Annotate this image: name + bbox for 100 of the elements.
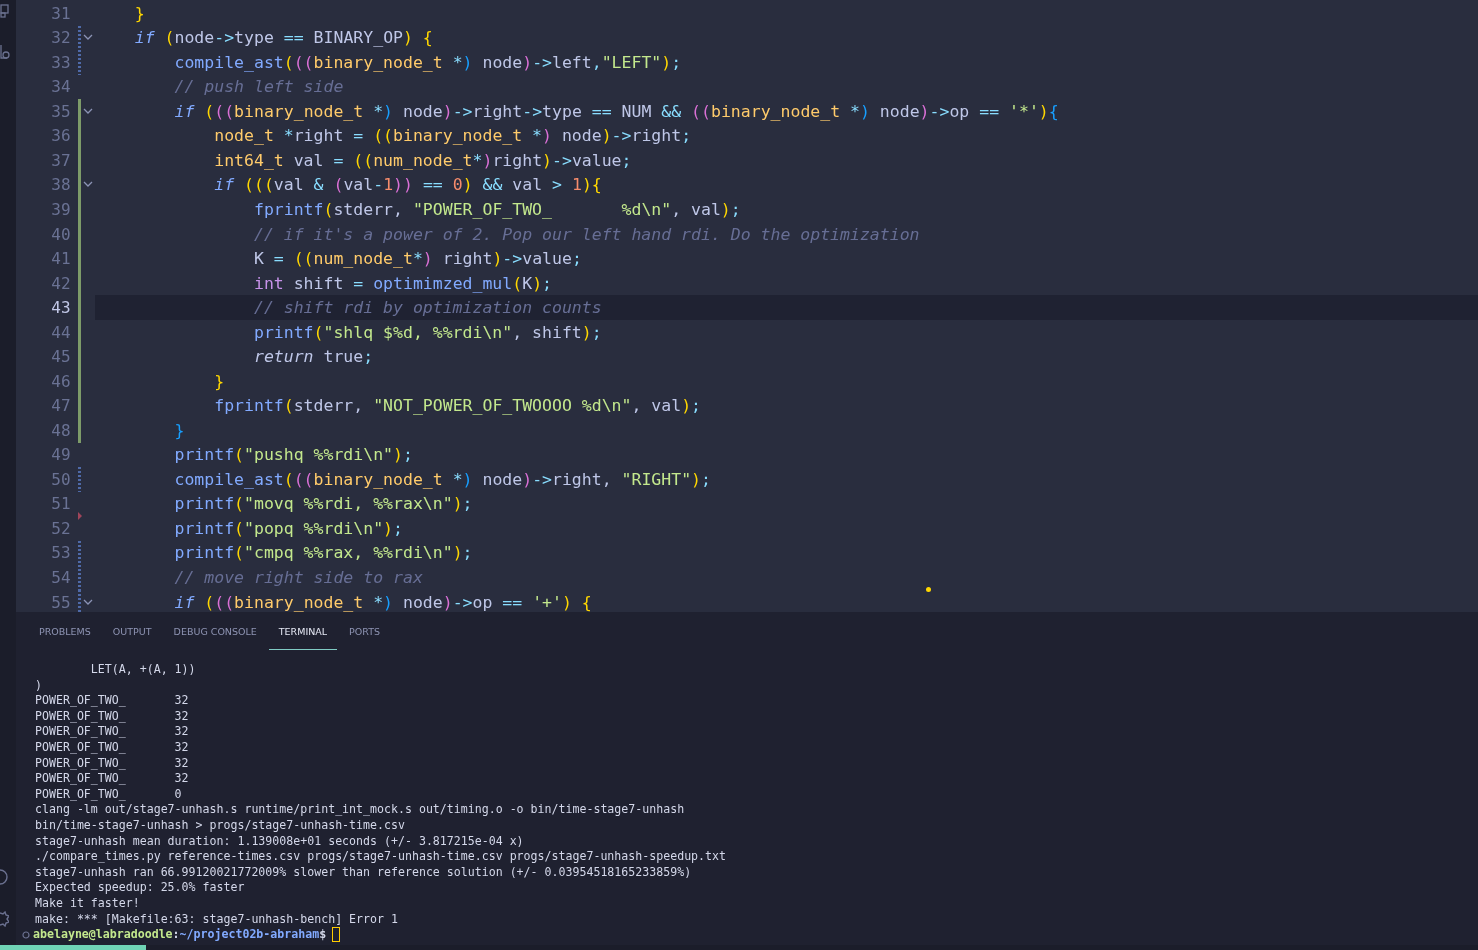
code-comment: // shift rdi by optimization counts: [252, 298, 602, 318]
line-number: 53: [50, 543, 71, 563]
terminal-output-line: stage7-unhash ran 66.99120021772009% slower than reference solution (+/- 0.03954518165233859%): [35, 864, 693, 881]
line-number: 41: [50, 249, 71, 269]
terminal-prompt: abelayne@labradoodle:~/project02b-abraham$: [33, 927, 341, 943]
code-line: fprintf(stderr, "NOT_POWER_OF_TWOOOO %d\n", val);: [213, 396, 701, 416]
settings-icon[interactable]: [0, 911, 9, 927]
code-line: printf("pushq %%rdi\n");: [173, 445, 413, 465]
added-change-bar[interactable]: [78, 393, 82, 419]
line-number: 33: [50, 52, 71, 72]
fold-chevron-icon[interactable]: [83, 181, 94, 189]
terminal-output-line: POWER_OF_TWO_ 32: [35, 708, 190, 725]
added-change-bar[interactable]: [78, 319, 82, 345]
marker-dot: [926, 587, 931, 592]
terminal-cursor: [332, 927, 341, 943]
line-number: 44: [50, 322, 71, 342]
line-number: 50: [50, 469, 71, 489]
panel-tab[interactable]: DEBUG CONSOLE: [163, 614, 267, 650]
terminal-output-line: stage7-unhash mean duration: 1.139008e+01 seconds (+/- 3.817215e-04 x): [35, 833, 525, 850]
line-number: 46: [50, 371, 71, 391]
line-number: 32: [50, 28, 71, 48]
terminal-output-line: ./compare_times.py reference-times.csv progs/stage7-unhash-time.csv progs/stage7-unhash-speedup.txt: [35, 849, 728, 865]
line-number: 43: [50, 298, 71, 318]
terminal-output-line: make: *** [Makefile:63: stage7-unhash-bench] Error 1: [35, 911, 399, 928]
code-line: return true;: [252, 347, 374, 367]
added-change-bar[interactable]: [78, 270, 82, 296]
code-comment: // push left side: [173, 77, 344, 97]
panel-tab[interactable]: PORTS: [339, 614, 391, 650]
terminal-output-line: POWER_OF_TWO_ 32: [35, 771, 190, 787]
terminal-output-line: bin/time-stage7-unhash > progs/stage7-unhash-time.csv: [35, 817, 406, 834]
files-icon[interactable]: [0, 4, 10, 18]
terminal-output-line: clang -lm out/stage7-unhash.s runtime/print_int_mock.s out/timing.o -o bin/time-stage7-unhash: [35, 802, 686, 818]
fold-chevron-icon[interactable]: [83, 598, 94, 606]
code-line: }: [173, 420, 185, 440]
line-number: 45: [50, 347, 71, 367]
added-change-bar[interactable]: [78, 221, 82, 247]
code-line: if (((binary_node_t *) node)->right->type == NUM && ((binary_node_t *) node)->op == '*'){: [173, 101, 1059, 121]
line-number: 38: [50, 175, 71, 195]
added-change-bar[interactable]: [78, 123, 82, 149]
terminal-output-line: POWER_OF_TWO_ 32: [35, 724, 190, 740]
panel-tab[interactable]: TERMINAL: [268, 614, 338, 650]
line-number: 52: [50, 518, 71, 538]
line-number: 31: [50, 3, 71, 23]
line-number: 55: [50, 592, 71, 612]
line-number: 47: [50, 396, 71, 416]
added-change-bar[interactable]: [78, 418, 82, 443]
added-change-bar[interactable]: [78, 172, 82, 198]
added-change-bar[interactable]: [78, 246, 82, 271]
code-line: printf("movq %%rdi, %%rax\n");: [173, 494, 473, 514]
code-line: if (((binary_node_t *) node)->op == '+') {: [173, 592, 592, 612]
panel-tab[interactable]: PROBLEMS: [29, 614, 101, 650]
circle-icon: [22, 930, 30, 939]
modified-change-bar[interactable]: [78, 467, 82, 492]
code-line: compile_ast(((binary_node_t *) node)->left,"LEFT");: [173, 52, 682, 72]
code-comment: // move right side to rax: [173, 568, 423, 587]
code-line: printf("popq %%rdi\n");: [173, 518, 403, 538]
fold-chevron-icon[interactable]: [83, 34, 94, 42]
code-line: }: [213, 371, 225, 391]
line-number: 34: [50, 77, 71, 97]
line-number: 40: [50, 224, 71, 244]
code-line: if (node->type == BINARY_OP) {: [133, 28, 433, 48]
terminal-output-line: POWER_OF_TWO_ 32: [35, 755, 190, 772]
modified-change-bar[interactable]: [78, 589, 82, 612]
terminal-output-line: POWER_OF_TWO_ 32: [35, 693, 190, 709]
line-number: 48: [50, 420, 71, 440]
terminal-output-line: POWER_OF_TWO_ 0: [35, 786, 183, 803]
code-line: }: [133, 3, 145, 23]
added-change-bar[interactable]: [78, 99, 82, 124]
line-number: 37: [50, 150, 71, 170]
deleted-change-marker[interactable]: [78, 512, 83, 521]
code-comment: // if it's a power of 2. Pop our left hand rdi. Do the optimization: [252, 224, 920, 244]
added-change-bar[interactable]: [78, 197, 82, 222]
code-line: if (((val & (val-1)) == 0) && val > 1){: [213, 175, 602, 195]
fold-chevron-icon[interactable]: [83, 107, 94, 115]
added-change-bar[interactable]: [78, 368, 82, 394]
added-change-bar[interactable]: [78, 148, 82, 173]
line-number: 49: [50, 445, 71, 465]
added-change-bar[interactable]: [78, 295, 82, 320]
modified-change-bar[interactable]: [78, 540, 82, 566]
code-line: printf("cmpq %%rax, %%rdi\n");: [173, 543, 473, 563]
modified-change-bar[interactable]: [78, 565, 82, 590]
added-change-bar[interactable]: [78, 344, 82, 369]
code-line: fprintf(stderr, "POWER_OF_TWO_ %d\n", val);: [252, 200, 741, 219]
line-number: 36: [50, 126, 71, 146]
terminal-output-line: Make it faster!: [35, 895, 141, 912]
code-line: compile_ast(((binary_node_t *) node)->right, "RIGHT");: [173, 469, 711, 489]
terminal-output-line: LET(A, +(A, 1)): [89, 662, 197, 678]
line-number: 39: [50, 200, 71, 219]
modified-change-bar[interactable]: [78, 50, 82, 75]
line-number: 42: [50, 273, 71, 293]
line-number: 35: [50, 101, 71, 121]
terminal-output-line: POWER_OF_TWO_ 32: [35, 739, 190, 756]
code-line: printf("shlq $%d, %%rdi\n", shift);: [252, 322, 602, 342]
terminal-output-line: ): [35, 677, 43, 694]
code-line: int shift = optimimzed_mul(K);: [252, 273, 552, 293]
code-line: K = ((num_node_t*) right)->value;: [252, 249, 582, 269]
panel-tab[interactable]: OUTPUT: [102, 614, 162, 650]
code-line: int64_t val = ((num_node_t*)right)->value;: [213, 150, 632, 170]
line-number: 54: [50, 568, 71, 587]
modified-change-bar[interactable]: [78, 25, 82, 51]
